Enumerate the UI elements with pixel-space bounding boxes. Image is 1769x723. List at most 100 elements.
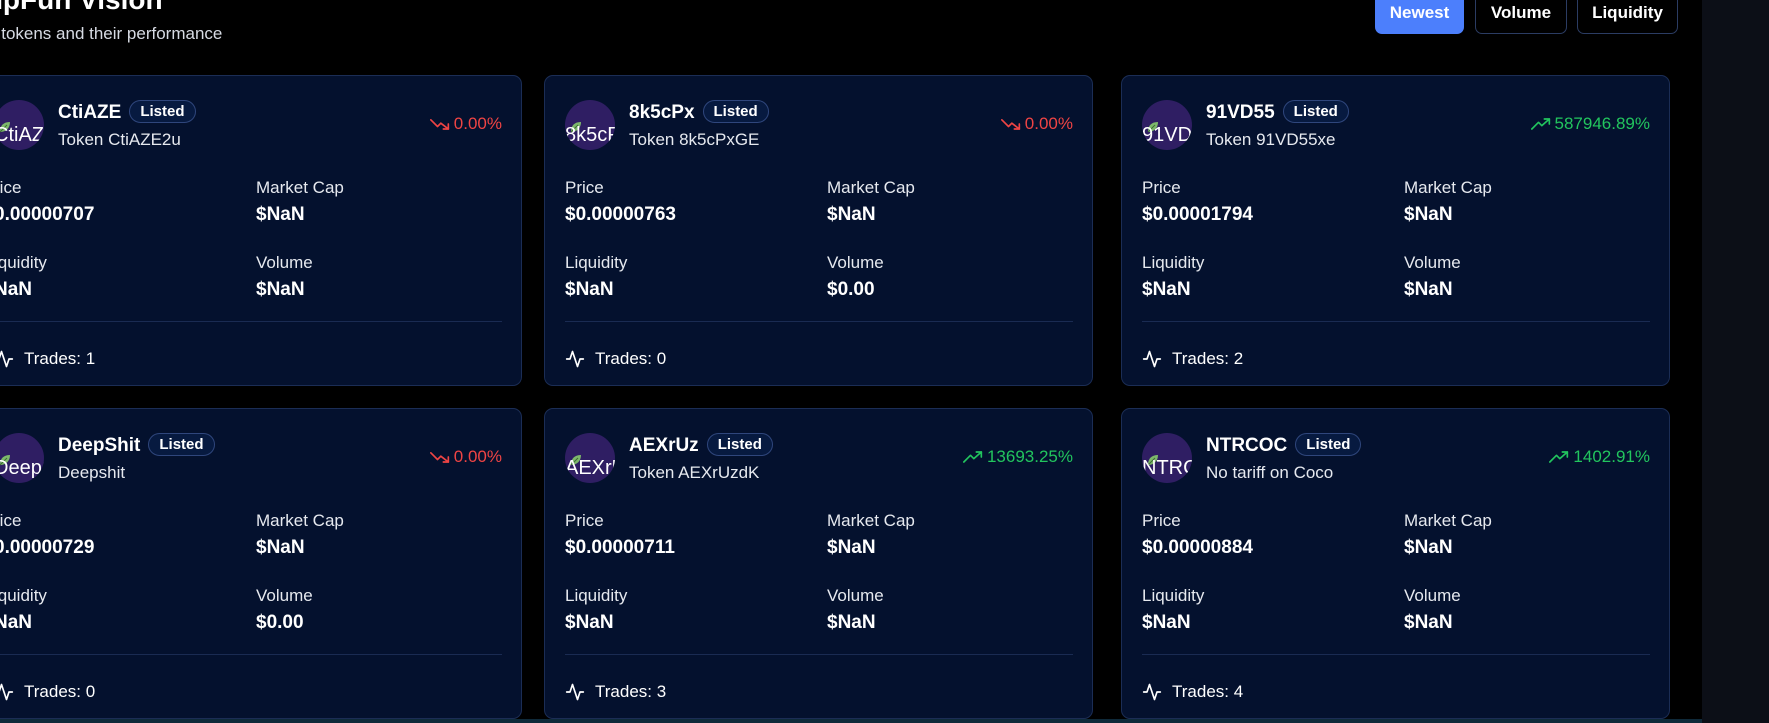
trades-row: Trades: 1 (0, 349, 95, 369)
sort-volume-button[interactable]: Volume (1475, 0, 1567, 34)
token-avatar: DeepShit (0, 433, 44, 483)
price-change-value: 587946.89% (1554, 114, 1650, 133)
price-change: 1402.91% (1549, 447, 1650, 467)
token-name: Token 91VD55xe (1206, 130, 1336, 149)
status-badge: Listed (702, 100, 769, 123)
token-card[interactable]: 91VD55 91VD55 Listed Token 91VD55xe 58794… (1121, 75, 1670, 386)
token-avatar: NTRCOC (1142, 433, 1192, 483)
price-label: rice (0, 511, 22, 530)
token-avatar: AEXrUz (565, 433, 615, 483)
page-right-gutter (1702, 0, 1769, 723)
market-cap-label: Market Cap (256, 511, 344, 530)
price-change: 0.00% (429, 447, 502, 467)
token-symbol: DeepShit (58, 435, 141, 456)
trades-row: Trades: 0 (565, 349, 666, 369)
card-divider (0, 654, 502, 655)
trending-down-icon (1000, 117, 1021, 131)
price-value: $0.00000763 (565, 204, 676, 225)
sort-newest-button[interactable]: Newest (1375, 0, 1464, 34)
market-cap-value: $NaN (256, 204, 305, 225)
market-cap-label: Market Cap (827, 511, 915, 530)
token-symbol: CtiAZE (58, 102, 122, 123)
token-card[interactable]: 8k5cPx 8k5cPx Listed Token 8k5cPxGE 0.00%… (544, 75, 1093, 386)
card-divider (1142, 654, 1650, 655)
price-value: 0.00000729 (0, 537, 95, 558)
price-change: 0.00% (429, 114, 502, 134)
volume-value: $NaN (827, 612, 876, 633)
trades-count: Trades: 3 (595, 682, 667, 701)
activity-icon (1142, 682, 1162, 702)
liquidity-label: iquidity (0, 253, 47, 272)
status-badge: Listed (706, 433, 773, 456)
page-bottom-edge (0, 719, 1702, 723)
sort-liquidity-button[interactable]: Liquidity (1577, 0, 1678, 34)
token-card[interactable]: AEXrUz AEXrUz Listed Token AEXrUzdK 13693… (544, 408, 1093, 719)
page-title: mpFun Vision (0, 0, 163, 16)
liquidity-value: NaN (0, 612, 33, 633)
market-cap-value: $NaN (1404, 204, 1453, 225)
trending-up-icon (1530, 117, 1551, 131)
trades-row: Trades: 3 (565, 682, 666, 702)
liquidity-label: iquidity (0, 586, 47, 605)
status-badge: Listed (1282, 100, 1349, 123)
card-divider (565, 654, 1073, 655)
market-cap-value: $NaN (827, 537, 876, 558)
volume-value: $0.00 (256, 612, 304, 633)
token-avatar: 91VD55 (1142, 100, 1192, 150)
volume-value: $NaN (1404, 612, 1453, 633)
volume-label: Volume (256, 253, 313, 272)
trades-count: Trades: 4 (1172, 682, 1244, 701)
price-change-value: 1402.91% (1573, 447, 1650, 466)
price-label: Price (565, 511, 604, 530)
trending-up-icon (1549, 450, 1569, 464)
card-divider (565, 321, 1073, 322)
token-avatar-alt: DeepShit (0, 457, 44, 479)
activity-icon (0, 349, 14, 369)
token-symbol: 91VD55 (1206, 102, 1275, 123)
token-avatar-alt: 91VD55 (1142, 124, 1192, 146)
price-label: Price (1142, 178, 1181, 197)
status-badge: Listed (129, 100, 196, 123)
price-change: 587946.89% (1530, 114, 1650, 134)
price-change: 13693.25% (962, 447, 1073, 467)
volume-value: $NaN (256, 279, 305, 300)
status-badge: Listed (148, 433, 215, 456)
price-change-value: 0.00% (453, 114, 502, 133)
volume-value: $0.00 (827, 279, 875, 300)
market-cap-label: Market Cap (256, 178, 344, 197)
token-symbol-row: DeepShit Listed (58, 433, 215, 457)
price-value: $0.00001794 (1142, 204, 1253, 225)
token-symbol-row: 91VD55 Listed (1206, 100, 1349, 124)
page-subtitle: k tokens and their performance (0, 24, 223, 43)
price-change-value: 0.00% (453, 447, 502, 466)
liquidity-label: Liquidity (1142, 586, 1205, 605)
token-symbol-row: NTRCOC Listed (1206, 433, 1362, 457)
token-symbol-row: CtiAZE Listed (58, 100, 196, 124)
liquidity-value: $NaN (1142, 279, 1191, 300)
card-divider (1142, 321, 1650, 322)
card-divider (0, 321, 502, 322)
token-symbol-row: 8k5cPx Listed (629, 100, 769, 124)
token-card[interactable]: DeepShit DeepShit Listed Deepshit 0.00% r… (0, 408, 522, 719)
token-card[interactable]: CtiAZE CtiAZE Listed Token CtiAZE2u 0.00%… (0, 75, 522, 386)
trending-up-icon (962, 450, 983, 464)
trending-down-icon (429, 450, 450, 464)
trades-row: Trades: 4 (1142, 682, 1243, 702)
token-avatar-alt: NTRCOC (1142, 457, 1192, 479)
volume-label: Volume (827, 586, 884, 605)
price-label: Price (1142, 511, 1181, 530)
trending-down-icon (429, 117, 450, 131)
trades-count: Trades: 0 (24, 682, 96, 701)
price-value: $0.00000711 (565, 537, 675, 558)
liquidity-value: NaN (0, 279, 33, 300)
trades-count: Trades: 2 (1172, 349, 1244, 368)
liquidity-label: Liquidity (1142, 253, 1205, 272)
price-value: 0.00000707 (0, 204, 95, 225)
activity-icon (1142, 349, 1162, 369)
token-avatar: 8k5cPx (565, 100, 615, 150)
volume-label: Volume (1404, 586, 1461, 605)
price-change: 0.00% (1000, 114, 1073, 134)
volume-label: Volume (827, 253, 884, 272)
trades-count: Trades: 0 (595, 349, 667, 368)
token-card[interactable]: NTRCOC NTRCOC Listed No tariff on Coco 14… (1121, 408, 1670, 719)
